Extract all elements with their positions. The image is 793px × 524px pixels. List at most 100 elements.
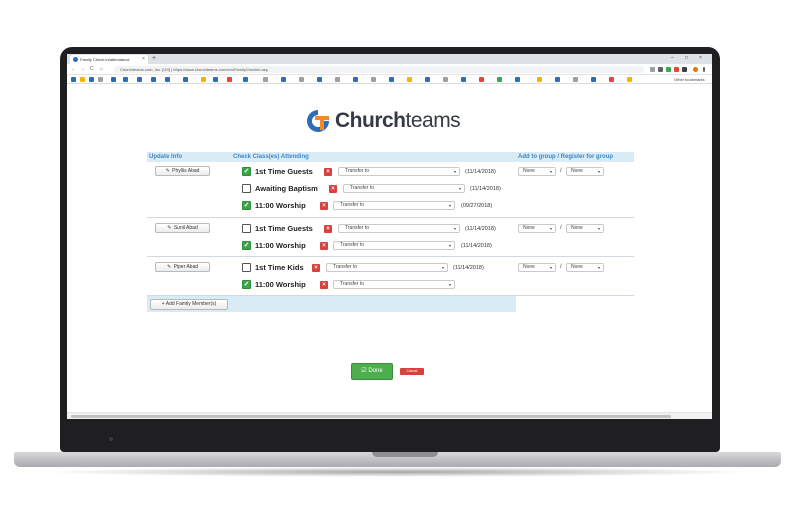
maximize-button[interactable]: □ xyxy=(685,54,688,63)
bookmark-icon[interactable] xyxy=(227,77,232,82)
bookmark-icon[interactable] xyxy=(573,77,578,82)
cancel-button[interactable]: Cancel xyxy=(400,368,424,375)
edit-person-button[interactable]: ✎ Phyllis Abad xyxy=(155,166,210,176)
chevron-down-icon: ▾ xyxy=(441,265,444,270)
close-window-button[interactable]: × xyxy=(699,54,702,63)
chevron-down-icon: ▾ xyxy=(597,265,600,270)
transfer-select[interactable]: Transfer to ▾ xyxy=(338,167,460,176)
bookmark-icon[interactable] xyxy=(425,77,430,82)
remove-class-icon[interactable]: × xyxy=(329,185,337,193)
horizontal-scrollbar[interactable] xyxy=(67,412,712,419)
bookmark-icon[interactable] xyxy=(461,77,466,82)
bookmark-icon[interactable] xyxy=(407,77,412,82)
bookmark-icon[interactable] xyxy=(281,77,286,82)
extension-icon[interactable] xyxy=(658,67,663,72)
class-checkbox[interactable] xyxy=(242,263,251,272)
profile-avatar[interactable] xyxy=(693,67,698,72)
bookmark-icon[interactable] xyxy=(389,77,394,82)
remove-class-icon[interactable]: × xyxy=(324,225,332,233)
scrollbar-thumb[interactable] xyxy=(71,415,671,418)
bookmark-icon[interactable] xyxy=(263,77,268,82)
bookmark-icon[interactable] xyxy=(89,77,94,82)
url-input[interactable]: Churchteams.com, Inc. [US] | https://www… xyxy=(114,66,644,73)
bookmark-icon[interactable] xyxy=(201,77,206,82)
extension-icon[interactable] xyxy=(650,67,655,72)
register-group-select[interactable]: None ▾ xyxy=(566,224,604,233)
family-member-row: ✎ Piper Abad 1st Time Kids × Transfer to… xyxy=(147,257,634,296)
bookmark-icon[interactable] xyxy=(627,77,632,82)
edit-person-button[interactable]: ✎ Sunil Abad xyxy=(155,223,210,233)
minimize-button[interactable]: – xyxy=(671,54,674,63)
register-group-select[interactable]: None ▾ xyxy=(566,263,604,272)
back-button[interactable]: ← xyxy=(71,64,76,75)
class-checkbox[interactable]: ✓ xyxy=(242,201,251,210)
class-checkbox[interactable]: ✓ xyxy=(242,241,251,250)
bookmark-icon[interactable] xyxy=(515,77,520,82)
extension-icon[interactable] xyxy=(674,67,679,72)
remove-class-icon[interactable]: × xyxy=(320,242,328,250)
logo-brand-prefix: Church xyxy=(335,109,406,132)
tab-close-icon[interactable]: × xyxy=(142,55,145,64)
cancel-label: Cancel xyxy=(406,369,418,373)
class-name: 1st Time Guests xyxy=(255,224,313,233)
menu-icon[interactable] xyxy=(703,67,705,72)
reload-button[interactable]: C xyxy=(90,64,94,75)
bookmark-icon[interactable] xyxy=(137,77,142,82)
header-check-classes: Check Class(es) Attending xyxy=(233,154,309,160)
bookmark-icon[interactable] xyxy=(123,77,128,82)
register-group-select[interactable]: None ▾ xyxy=(566,167,604,176)
class-checkbox[interactable] xyxy=(242,224,251,233)
done-button[interactable]: ☑ Done xyxy=(351,363,393,380)
class-checkbox[interactable]: ✓ xyxy=(242,167,251,176)
bookmark-icon[interactable] xyxy=(497,77,502,82)
bookmark-icon[interactable] xyxy=(537,77,542,82)
bookmark-icon[interactable] xyxy=(151,77,156,82)
bookmark-icon[interactable] xyxy=(80,77,85,82)
bookmark-icon[interactable] xyxy=(213,77,218,82)
transfer-select[interactable]: Transfer to ▾ xyxy=(343,184,465,193)
forward-button[interactable]: → xyxy=(80,64,85,75)
extension-icon[interactable] xyxy=(682,67,687,72)
browser-tab[interactable]: Family Check-in/attendance × xyxy=(70,55,148,64)
tab-title: Family Check-in/attendance xyxy=(80,57,130,62)
bookmark-icon[interactable] xyxy=(609,77,614,82)
other-bookmarks[interactable]: Other bookmarks xyxy=(674,75,705,84)
home-button[interactable]: ⌂ xyxy=(100,64,103,75)
extension-icon[interactable] xyxy=(666,67,671,72)
bookmark-icon[interactable] xyxy=(183,77,188,82)
edit-person-button[interactable]: ✎ Piper Abad xyxy=(155,262,210,272)
new-tab-button[interactable]: + xyxy=(152,55,156,63)
edit-icon: ✎ xyxy=(165,168,170,174)
bookmark-icon[interactable] xyxy=(299,77,304,82)
transfer-select[interactable]: Transfer to ▾ xyxy=(326,263,448,272)
bookmark-icon[interactable] xyxy=(555,77,560,82)
add-group-select[interactable]: None ▾ xyxy=(518,167,556,176)
transfer-select[interactable]: Transfer to ▾ xyxy=(338,224,460,233)
bookmark-icon[interactable] xyxy=(317,77,322,82)
bookmark-icon[interactable] xyxy=(591,77,596,82)
transfer-select[interactable]: Transfer to ▾ xyxy=(333,201,455,210)
add-group-value: None xyxy=(523,168,535,174)
add-family-member-button[interactable]: + Add Family Member(s) xyxy=(150,299,228,310)
transfer-select[interactable]: Transfer to ▾ xyxy=(333,241,455,250)
bookmark-icon[interactable] xyxy=(243,77,248,82)
remove-class-icon[interactable]: × xyxy=(320,202,328,210)
class-checkbox[interactable] xyxy=(242,184,251,193)
bookmark-icon[interactable] xyxy=(353,77,358,82)
bookmark-icon[interactable] xyxy=(371,77,376,82)
bookmark-icon[interactable] xyxy=(71,77,76,82)
remove-class-icon[interactable]: × xyxy=(312,264,320,272)
remove-class-icon[interactable]: × xyxy=(324,168,332,176)
transfer-select[interactable]: Transfer to ▾ xyxy=(333,280,455,289)
bookmark-icon[interactable] xyxy=(98,77,103,82)
bookmark-icon[interactable] xyxy=(479,77,484,82)
bookmark-icon[interactable] xyxy=(111,77,116,82)
bookmark-icon[interactable] xyxy=(165,77,170,82)
class-checkbox[interactable]: ✓ xyxy=(242,280,251,289)
add-group-select[interactable]: None ▾ xyxy=(518,224,556,233)
bookmark-icon[interactable] xyxy=(335,77,340,82)
bookmark-icon[interactable] xyxy=(443,77,448,82)
remove-class-icon[interactable]: × xyxy=(320,281,328,289)
class-row: ✓ 11:00 Worship × Transfer to ▾ xyxy=(242,278,632,292)
add-group-select[interactable]: None ▾ xyxy=(518,263,556,272)
